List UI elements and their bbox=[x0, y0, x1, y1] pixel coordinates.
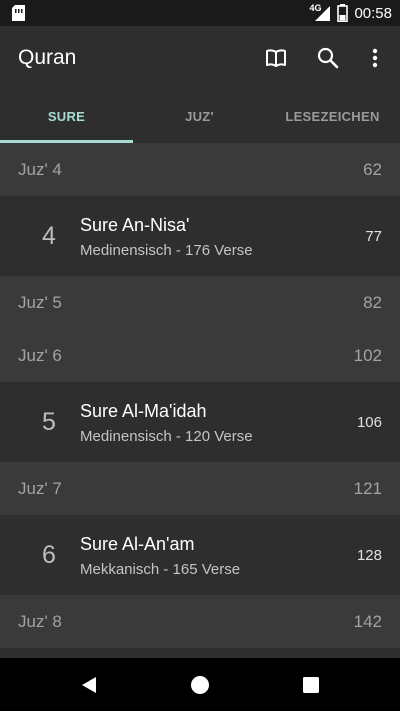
app-title: Quran bbox=[18, 46, 77, 69]
juz-page: 102 bbox=[353, 345, 382, 365]
tab-lesezeichen[interactable]: LESEZEICHEN bbox=[266, 90, 399, 143]
back-icon[interactable] bbox=[76, 672, 102, 698]
sim-card-icon bbox=[12, 5, 25, 21]
more-vert-icon[interactable] bbox=[361, 44, 389, 72]
juz-page: 82 bbox=[363, 292, 382, 312]
sura-number: 6 bbox=[42, 540, 56, 569]
juz-label: Juz' 4 bbox=[18, 159, 62, 179]
battery-icon bbox=[337, 4, 349, 23]
juz-label: Juz' 8 bbox=[18, 611, 62, 631]
juz-header-4[interactable]: Juz' 4 62 bbox=[0, 143, 400, 196]
app-bar: Quran bbox=[0, 26, 400, 90]
sura-page: 106 bbox=[356, 413, 382, 431]
signal-icon: 4G bbox=[309, 3, 331, 22]
juz-header-7[interactable]: Juz' 7 121 bbox=[0, 462, 400, 515]
sura-list[interactable]: Juz' 4 62 4 Sure An-Nisa' Medinensisch -… bbox=[0, 143, 400, 658]
juz-label: Juz' 5 bbox=[18, 292, 62, 312]
sura-row-5[interactable]: 5 Sure Al-Ma'idah Medinensisch - 120 Ver… bbox=[0, 382, 400, 462]
juz-page: 62 bbox=[363, 159, 382, 179]
clock: 00:58 bbox=[354, 4, 392, 22]
sura-row-4[interactable]: 4 Sure An-Nisa' Medinensisch - 176 Verse… bbox=[0, 196, 400, 276]
tab-juz[interactable]: JUZ' bbox=[133, 90, 266, 143]
sura-number: 5 bbox=[42, 407, 56, 436]
sura-page: 77 bbox=[365, 227, 382, 245]
sura-page: 128 bbox=[356, 546, 382, 564]
juz-label: Juz' 6 bbox=[18, 345, 62, 365]
juz-header-6[interactable]: Juz' 6 102 bbox=[0, 329, 400, 382]
juz-header-5[interactable]: Juz' 5 82 bbox=[0, 276, 400, 329]
tab-sure[interactable]: SURE bbox=[0, 90, 133, 143]
sura-name: Sure An-Nisa' bbox=[80, 215, 190, 235]
tab-bar: SURE JUZ' LESEZEICHEN bbox=[0, 90, 400, 143]
juz-header-8[interactable]: Juz' 8 142 bbox=[0, 595, 400, 648]
juz-page: 142 bbox=[353, 611, 382, 631]
system-nav-bar bbox=[0, 658, 400, 711]
juz-label: Juz' 7 bbox=[18, 478, 62, 498]
open-book-icon[interactable] bbox=[262, 44, 290, 72]
sura-name: Sure Al-An'am bbox=[80, 534, 195, 554]
status-bar: 4G 00:58 bbox=[0, 0, 400, 26]
juz-page: 121 bbox=[353, 478, 382, 498]
sura-meta: Mekkanisch - 165 Verse bbox=[80, 561, 241, 578]
sura-meta: Medinensisch - 176 Verse bbox=[80, 242, 253, 259]
next-row-partial bbox=[0, 648, 400, 658]
recents-icon[interactable] bbox=[298, 672, 324, 698]
search-icon[interactable] bbox=[314, 44, 342, 72]
home-icon[interactable] bbox=[187, 672, 213, 698]
sura-name: Sure Al-Ma'idah bbox=[80, 401, 207, 421]
sura-number: 4 bbox=[42, 221, 56, 250]
sura-meta: Medinensisch - 120 Verse bbox=[80, 428, 253, 445]
sura-row-6[interactable]: 6 Sure Al-An'am Mekkanisch - 165 Verse 1… bbox=[0, 515, 400, 595]
